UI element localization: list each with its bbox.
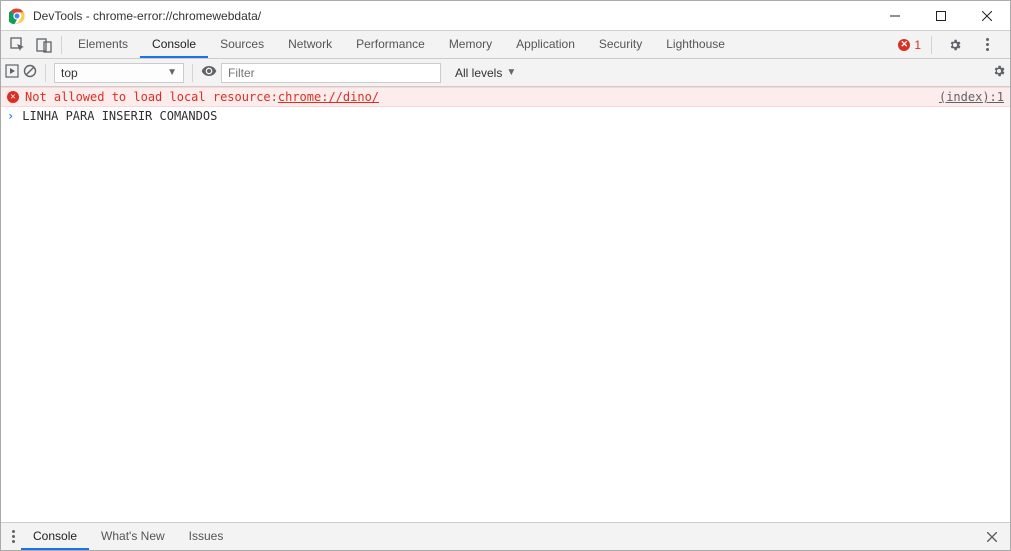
drawer-tab-console[interactable]: Console: [21, 523, 89, 550]
toggle-sidebar-icon[interactable]: [5, 64, 19, 81]
tab-label: Application: [516, 37, 575, 51]
drawer-more-icon[interactable]: [5, 530, 21, 543]
titlebar: DevTools - chrome-error://chromewebdata/: [1, 1, 1010, 31]
drawer-tab-issues[interactable]: Issues: [177, 523, 236, 550]
levels-label: All levels: [455, 66, 502, 80]
tab-label: Console: [152, 37, 196, 51]
console-toolbar: top ▼ All levels ▼: [1, 59, 1010, 87]
tab-label: What's New: [101, 529, 165, 543]
chevron-down-icon: ▼: [167, 67, 177, 78]
console-error-row[interactable]: ✕ Not allowed to load local resource: ch…: [1, 87, 1010, 107]
tab-elements[interactable]: Elements: [66, 31, 140, 58]
window-title: DevTools - chrome-error://chromewebdata/: [33, 9, 261, 23]
context-select[interactable]: top ▼: [54, 63, 184, 83]
tab-label: Console: [33, 529, 77, 543]
panel-tabs: Elements Console Sources Network Perform…: [66, 31, 737, 58]
tab-label: Performance: [356, 37, 425, 51]
tab-security[interactable]: Security: [587, 31, 654, 58]
tab-label: Security: [599, 37, 642, 51]
tab-label: Issues: [189, 529, 224, 543]
console-settings-gear-icon[interactable]: [992, 64, 1006, 81]
console-input-text: LINHA PARA INSERIR COMANDOS: [22, 109, 217, 123]
divider: [192, 64, 193, 82]
tab-lighthouse[interactable]: Lighthouse: [654, 31, 737, 58]
inspect-element-icon[interactable]: [5, 32, 31, 58]
tab-network[interactable]: Network: [276, 31, 344, 58]
error-link[interactable]: chrome://dino/: [278, 90, 379, 104]
error-message: Not allowed to load local resource:: [25, 90, 278, 104]
chevron-down-icon: ▼: [506, 67, 516, 78]
main-toolbar: Elements Console Sources Network Perform…: [1, 31, 1010, 59]
tab-label: Elements: [78, 37, 128, 51]
error-count: 1: [914, 38, 921, 52]
console-input-row[interactable]: › LINHA PARA INSERIR COMANDOS: [1, 107, 1010, 125]
tab-performance[interactable]: Performance: [344, 31, 437, 58]
error-source-link[interactable]: (index):1: [939, 90, 1004, 104]
error-count-badge[interactable]: ✕ 1: [898, 38, 921, 52]
tab-label: Lighthouse: [666, 37, 725, 51]
tab-sources[interactable]: Sources: [208, 31, 276, 58]
divider: [931, 36, 932, 54]
prompt-caret-icon: ›: [7, 109, 14, 123]
clear-console-icon[interactable]: [23, 64, 37, 81]
close-button[interactable]: [964, 1, 1010, 31]
tab-label: Network: [288, 37, 332, 51]
log-levels-select[interactable]: All levels ▼: [455, 66, 516, 80]
tab-memory[interactable]: Memory: [437, 31, 504, 58]
drawer-toolbar: Console What's New Issues: [1, 522, 1010, 550]
live-expression-icon[interactable]: [201, 63, 217, 82]
divider: [45, 64, 46, 82]
device-toggle-icon[interactable]: [31, 32, 57, 58]
filter-input[interactable]: [221, 63, 441, 83]
tab-console[interactable]: Console: [140, 31, 208, 58]
chrome-logo-icon: [9, 8, 25, 24]
tab-application[interactable]: Application: [504, 31, 587, 58]
context-value: top: [61, 66, 78, 80]
divider: [61, 36, 62, 54]
tab-label: Sources: [220, 37, 264, 51]
maximize-button[interactable]: [918, 1, 964, 31]
error-icon: ✕: [7, 91, 19, 103]
window-controls: [872, 1, 1010, 31]
settings-gear-icon[interactable]: [942, 32, 968, 58]
tab-label: Memory: [449, 37, 492, 51]
error-icon: ✕: [898, 39, 910, 51]
console-output: ✕ Not allowed to load local resource: ch…: [1, 87, 1010, 522]
drawer-tab-whatsnew[interactable]: What's New: [89, 523, 177, 550]
drawer-close-icon[interactable]: [978, 532, 1006, 542]
more-menu-icon[interactable]: [974, 32, 1000, 58]
minimize-button[interactable]: [872, 1, 918, 31]
